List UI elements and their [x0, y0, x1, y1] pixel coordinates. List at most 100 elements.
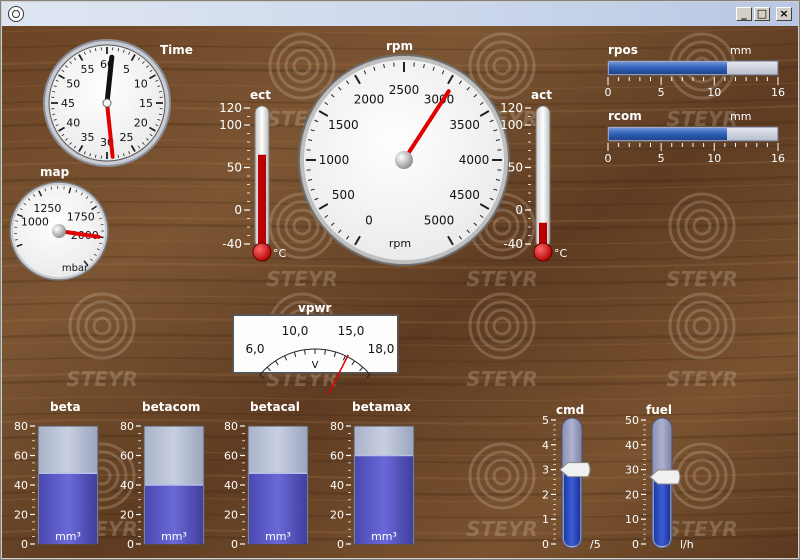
time-tick-label: 45	[61, 97, 75, 110]
tank-tick-label: 40	[14, 479, 28, 492]
rpos-unit: mm	[730, 44, 752, 57]
act-tick-label: 120	[500, 101, 523, 115]
fuel-tick-label: 10	[625, 513, 639, 526]
rpm-tick-label: 2000	[354, 92, 385, 106]
maximize-button[interactable]: □	[754, 7, 770, 21]
act-tick-label: 50	[508, 161, 523, 175]
instrument-panel: STEYR STEYR STEYR STEYR STEYR STEYR STEYR STEYR…	[2, 26, 798, 558]
title-bar[interactable]: _ □ ×	[2, 2, 798, 26]
tank-tick-label: 80	[330, 420, 344, 433]
tank-tick-label: 40	[120, 479, 134, 492]
time-tick-label: 10	[134, 78, 148, 91]
cmd-unit: /5	[590, 538, 601, 551]
tank-tick-label: 20	[224, 509, 238, 522]
rpm-tick-label: 4000	[459, 153, 490, 167]
fuel-tick-label: 50	[625, 414, 639, 427]
vpwr-unit: V	[312, 360, 319, 371]
tank-tick-label: 60	[120, 450, 134, 463]
time-tick-label: 25	[120, 131, 134, 144]
act-tick-label: -40	[503, 237, 523, 251]
rpos-tick-label: 16	[771, 86, 785, 99]
rpm-tick-label: 2500	[389, 83, 420, 97]
rpm-tick-label: 1000	[319, 153, 350, 167]
rpos-label: rpos	[608, 43, 638, 57]
vpwr-tick-label: 15,0	[338, 324, 365, 338]
tank-tick-label: 40	[330, 479, 344, 492]
act-unit: °C	[554, 247, 568, 260]
cmd-tick-label: 1	[542, 513, 549, 526]
vpwr-tick	[259, 374, 264, 379]
time-tick-label: 35	[81, 131, 95, 144]
time-hub	[102, 98, 112, 108]
close-button[interactable]: ×	[776, 7, 792, 21]
tank-betacal-label: betacal	[250, 400, 300, 414]
fuel-slider-fill	[654, 477, 670, 546]
tank-betamax-unit: mm³	[371, 530, 397, 543]
tank-tick-label: 0	[127, 538, 134, 551]
map-label: map	[40, 165, 70, 179]
tank-tick-label: 0	[231, 538, 238, 551]
tank-tick-label: 60	[14, 450, 28, 463]
tank-tick-label: 80	[120, 420, 134, 433]
fuel-tick-label: 40	[625, 439, 639, 452]
cmd-tick-label: 2	[542, 488, 549, 501]
tank-betacom-unit: mm³	[161, 530, 187, 543]
tank-tick-label: 80	[14, 420, 28, 433]
cmd-tick-label: 0	[542, 538, 549, 551]
tank-beta-label: beta	[50, 400, 81, 414]
minimize-button[interactable]: _	[736, 7, 752, 21]
rpm-tick-label: 3500	[449, 118, 480, 132]
map-tick-label: 1000	[21, 215, 49, 228]
gauge-layer: 605101520253035404550551000125017502000m…	[9, 39, 785, 551]
map-hub	[52, 224, 66, 238]
rcom-bar-fill	[609, 128, 727, 140]
vpwr-tick-label: 10,0	[282, 324, 309, 338]
rpm-tick-label: 1500	[328, 118, 359, 132]
rpos-tick-label: 10	[707, 86, 721, 99]
rpm-label: rpm	[386, 39, 414, 53]
fuel-unit: l/h	[680, 538, 694, 551]
fuel-tick-label: 20	[625, 488, 639, 501]
rcom-label: rcom	[608, 109, 642, 123]
fuel-tick-label: 30	[625, 464, 639, 477]
time-label: Time	[160, 43, 193, 57]
tank-betamax-label: betamax	[352, 400, 411, 414]
rpm-unit: rpm	[389, 237, 411, 250]
vpwr-label: vpwr	[298, 301, 332, 315]
cmd-tick-label: 3	[542, 464, 549, 477]
rpm-tick-label: 4500	[449, 188, 480, 202]
map-unit: mbar	[62, 263, 89, 274]
vpwr-tick-label: 18,0	[368, 342, 395, 356]
cmd-slider-fill	[564, 469, 580, 546]
fuel-label: fuel	[646, 403, 673, 417]
act-label: act	[531, 88, 552, 102]
ect-tick-label: 50	[227, 161, 242, 175]
ect-tick-label: 100	[219, 118, 242, 132]
tank-tick-label: 0	[337, 538, 344, 551]
time-tick-label: 50	[66, 78, 80, 91]
rpm-tick-label: 5000	[424, 214, 455, 228]
tank-tick-label: 0	[21, 538, 28, 551]
ect-label: ect	[250, 88, 271, 102]
map-tick-label: 1750	[67, 211, 95, 224]
act-tick-label: 100	[500, 118, 523, 132]
tank-tick-label: 20	[14, 509, 28, 522]
tank-beta-unit: mm³	[55, 530, 81, 543]
tank-betacom-label: betacom	[142, 400, 201, 414]
tank-betacal-unit: mm³	[265, 530, 291, 543]
steyr-logo-icon[interactable]	[8, 6, 24, 22]
tank-tick-label: 60	[330, 450, 344, 463]
rpm-hub	[395, 151, 413, 169]
tank-tick-label: 40	[224, 479, 238, 492]
app-window: _ □ × STEYR STEYR STEYR STEYR STEYR STEY…	[0, 0, 800, 560]
cmd-tick-label: 4	[542, 439, 549, 452]
ect-mercury	[258, 154, 266, 248]
tank-tick-label: 80	[224, 420, 238, 433]
ect-tick-label: -40	[222, 237, 242, 251]
act-tick-label: 0	[515, 203, 523, 217]
map-tick-label: 1250	[33, 202, 61, 215]
rcom-tick-label: 16	[771, 152, 785, 165]
time-tick-label: 55	[81, 63, 95, 76]
vpwr-tick	[366, 374, 371, 379]
ect-bulb	[252, 242, 272, 262]
